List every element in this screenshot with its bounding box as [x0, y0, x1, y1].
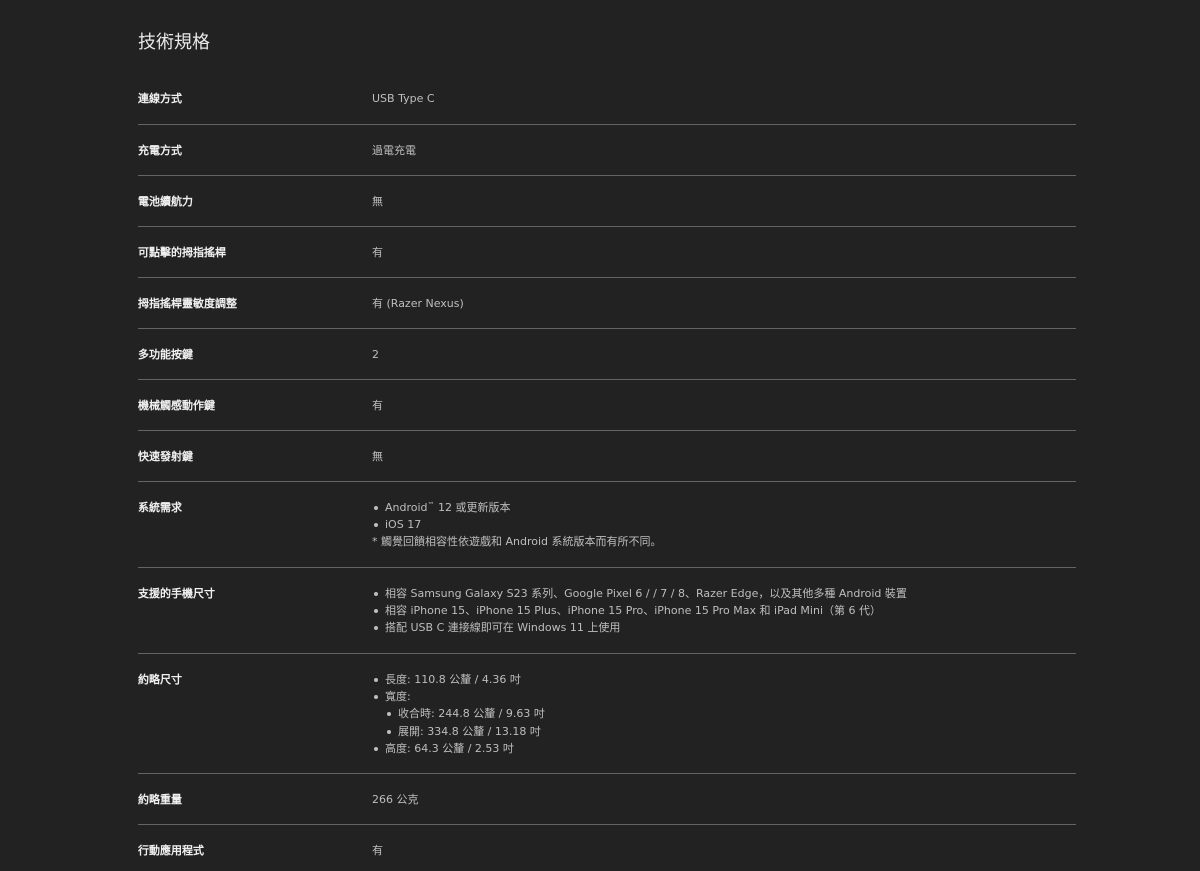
spec-value: 有: [372, 399, 383, 412]
spec-value: 有: [372, 246, 383, 259]
spec-row-mecha-tactile: 機械觸感動作鍵 有: [138, 380, 1076, 431]
list-item: 相容 iPhone 15、iPhone 15 Plus、iPhone 15 Pr…: [372, 602, 1076, 619]
phones-list: 相容 Samsung Galaxy S23 系列、Google Pixel 6 …: [372, 585, 1076, 637]
spec-row-weight: 約略重量 266 公克: [138, 774, 1076, 825]
spec-label: 支援的手機尺寸: [138, 587, 215, 600]
list-item: 展開: 334.8 公釐 / 13.18 吋: [385, 723, 1076, 740]
spec-row-supported-phones: 支援的手機尺寸 相容 Samsung Galaxy S23 系列、Google …: [138, 568, 1076, 654]
list-item-text: Android: [385, 501, 428, 514]
page-title: 技術規格: [138, 32, 210, 53]
width-sublist: 收合時: 244.8 公釐 / 9.63 吋 展開: 334.8 公釐 / 13…: [385, 705, 1076, 739]
list-item: 長度: 110.8 公釐 / 4.36 吋: [372, 671, 1076, 688]
spec-value: 266 公克: [372, 793, 419, 806]
spec-value: 無: [372, 195, 383, 208]
spec-label: 連線方式: [138, 92, 182, 105]
spec-row-mobile-app: 行動應用程式 有: [138, 825, 1076, 871]
spec-label: 約略尺寸: [138, 673, 182, 686]
spec-row-rapid-fire: 快速發射鍵 無: [138, 431, 1076, 482]
list-item-text: 12 或更新版本: [434, 501, 511, 514]
spec-value: Android™ 12 或更新版本 iOS 17 * 觸覺回饋相容性依遊戲和 A…: [372, 499, 1076, 550]
spec-row-clickable-sticks: 可點擊的拇指搖桿 有: [138, 227, 1076, 278]
compatibility-note: * 觸覺回饋相容性依遊戲和 Android 系統版本而有所不同。: [372, 535, 662, 549]
list-item: 相容 Samsung Galaxy S23 系列、Google Pixel 6 …: [372, 585, 1076, 602]
spec-label: 多功能按鍵: [138, 348, 193, 361]
specs-table: 連線方式 USB Type C 充電方式 過電充電 電池續航力 無 可點擊的拇指…: [138, 73, 1076, 871]
list-item: 搭配 USB C 連接線即可在 Windows 11 上使用: [372, 619, 1076, 636]
dimensions-list: 長度: 110.8 公釐 / 4.36 吋 寬度: 收合時: 244.8 公釐 …: [372, 671, 1076, 757]
spec-label: 行動應用程式: [138, 844, 204, 857]
spec-label: 充電方式: [138, 144, 182, 157]
spec-value: USB Type C: [372, 92, 435, 105]
spec-row-charging: 充電方式 過電充電: [138, 125, 1076, 176]
spec-value: 相容 Samsung Galaxy S23 系列、Google Pixel 6 …: [372, 585, 1076, 637]
spec-value: 2: [372, 348, 379, 361]
spec-label: 電池續航力: [138, 195, 193, 208]
requirements-list: Android™ 12 或更新版本 iOS 17: [372, 499, 1076, 533]
spec-value: 過電充電: [372, 144, 416, 157]
spec-row-dimensions: 約略尺寸 長度: 110.8 公釐 / 4.36 吋 寬度: 收合時: 244.…: [138, 654, 1076, 774]
spec-value: 有 (Razer Nexus): [372, 297, 464, 310]
spec-label: 快速發射鍵: [138, 450, 193, 463]
spec-label: 機械觸感動作鍵: [138, 399, 215, 412]
list-item: Android™ 12 或更新版本: [372, 499, 1076, 516]
spec-label: 系統需求: [138, 501, 182, 514]
spec-value: 無: [372, 450, 383, 463]
spec-row-connection: 連線方式 USB Type C: [138, 73, 1076, 125]
spec-row-multifunction-buttons: 多功能按鍵 2: [138, 329, 1076, 380]
list-item: 寬度: 收合時: 244.8 公釐 / 9.63 吋 展開: 334.8 公釐 …: [372, 688, 1076, 740]
spec-label: 約略重量: [138, 793, 182, 806]
list-item: 收合時: 244.8 公釐 / 9.63 吋: [385, 705, 1076, 722]
spec-row-stick-sensitivity: 拇指搖桿靈敏度調整 有 (Razer Nexus): [138, 278, 1076, 329]
spec-label: 拇指搖桿靈敏度調整: [138, 297, 237, 310]
list-item: 高度: 64.3 公釐 / 2.53 吋: [372, 740, 1076, 757]
list-item: iOS 17: [372, 516, 1076, 533]
list-item-text: 寬度:: [385, 690, 411, 704]
trademark-mark: ™: [427, 501, 435, 509]
spec-row-battery: 電池續航力 無: [138, 176, 1076, 227]
spec-label: 可點擊的拇指搖桿: [138, 246, 226, 259]
spec-value: 長度: 110.8 公釐 / 4.36 吋 寬度: 收合時: 244.8 公釐 …: [372, 671, 1076, 757]
spec-row-system-requirements: 系統需求 Android™ 12 或更新版本 iOS 17 * 觸覺回饋相容性依…: [138, 482, 1076, 568]
spec-value: 有: [372, 844, 383, 857]
